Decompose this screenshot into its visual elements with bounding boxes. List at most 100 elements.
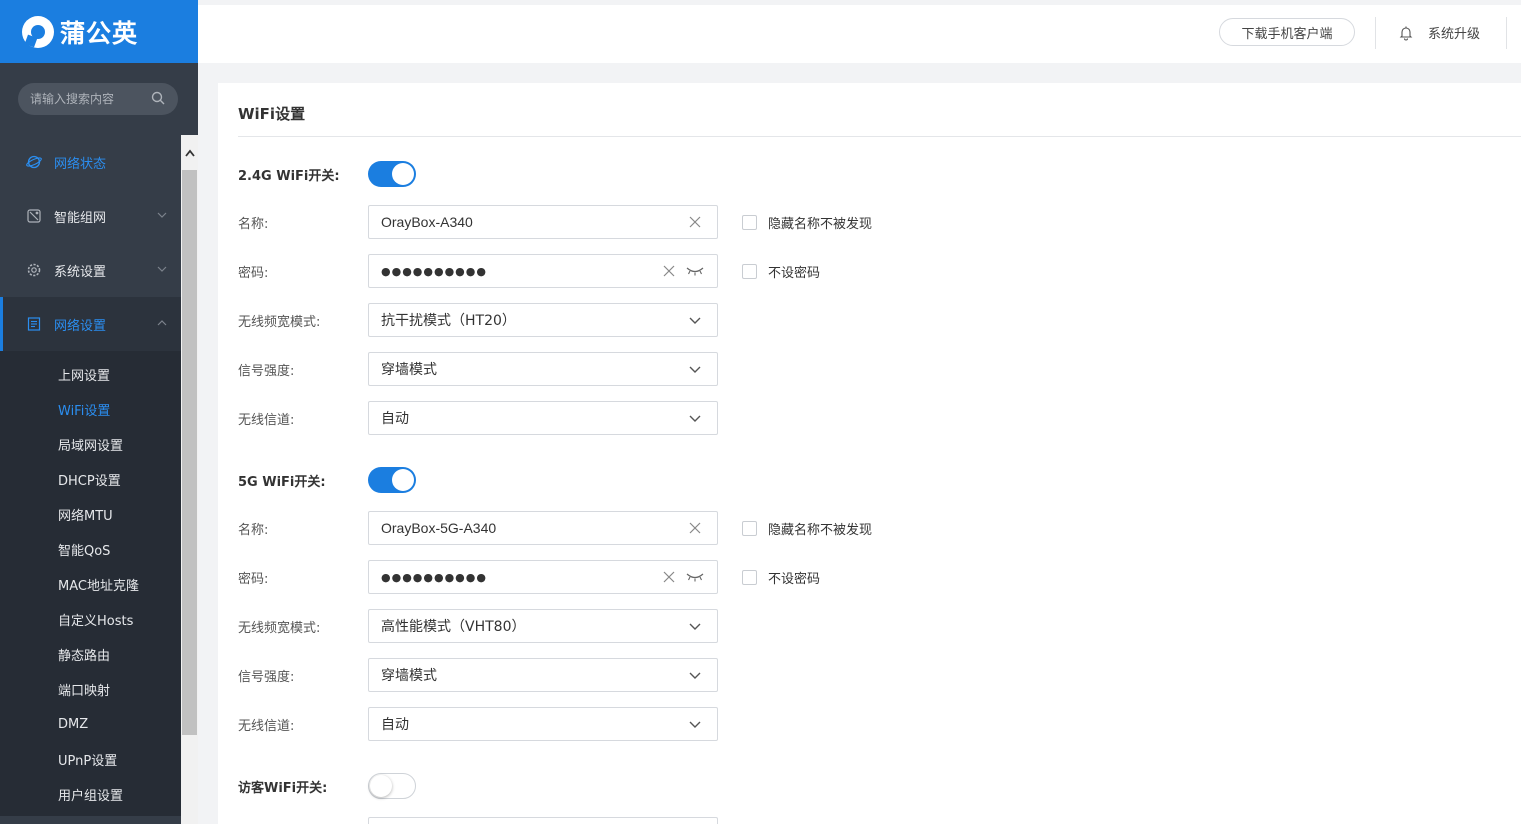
clear-icon[interactable] <box>663 265 675 277</box>
wifi24-channel-row: 无线信道: 自动 <box>238 401 718 435</box>
sidebar-item-label: 智能组网 <box>54 210 107 226</box>
submenu-item-mac-clone[interactable]: MAC地址克隆 <box>0 567 181 602</box>
wifi24-channel-select[interactable]: 自动 <box>368 401 718 435</box>
header-divider <box>1375 17 1376 49</box>
wifi-settings-card: WiFi设置 2.4G WiFi开关: 名称: 隐藏名称不被发现 密码: ●●●… <box>218 83 1521 824</box>
submenu-item-user-group[interactable]: 用户组设置 <box>0 777 181 812</box>
wifi24-bandwidth-row: 无线频宽模式: 抗干扰模式（HT20） <box>238 303 718 337</box>
wifi24-channel-value: 自动 <box>381 411 409 427</box>
planet-icon <box>26 155 42 169</box>
checkbox-box[interactable] <box>742 263 757 279</box>
search-icon[interactable] <box>151 91 165 105</box>
guest-toggle[interactable] <box>368 773 416 799</box>
sidebar-scrollbar[interactable] <box>181 135 198 824</box>
header: 下载手机客户端 系统升级 <box>198 5 1521 63</box>
wifi24-signal-select[interactable]: 穿墙模式 <box>368 352 718 386</box>
download-app-button[interactable]: 下载手机客户端 <box>1219 18 1355 46</box>
eye-closed-icon[interactable] <box>686 265 704 277</box>
submenu-item-upnp[interactable]: UPnP设置 <box>0 742 181 777</box>
sidebar-item-label: 网络设置 <box>54 318 107 334</box>
checkbox-box[interactable] <box>742 214 757 230</box>
logo-icon <box>22 15 54 48</box>
wifi5-bandwidth-label: 无线频宽模式: <box>238 620 321 636</box>
system-upgrade-button[interactable]: 系统升级 <box>1398 23 1480 42</box>
wifi24-signal-row: 信号强度: 穿墙模式 <box>238 352 718 386</box>
wifi5-password-input[interactable]: ●●●●●●●●●● <box>381 571 487 584</box>
submenu-item-hosts[interactable]: 自定义Hosts <box>0 602 181 637</box>
wifi5-bandwidth-select[interactable]: 高性能模式（VHT80） <box>368 609 718 643</box>
wifi5-channel-label: 无线信道: <box>238 718 295 734</box>
toggle-knob <box>392 163 414 185</box>
checkbox-box[interactable] <box>742 520 757 536</box>
submenu-item-static-route[interactable]: 静态路由 <box>0 637 181 672</box>
sidebar-item-label: 系统设置 <box>54 264 107 280</box>
toggle-knob <box>392 469 414 491</box>
search-input[interactable] <box>30 92 148 106</box>
wifi5-signal-value: 穿墙模式 <box>381 668 437 684</box>
page-title: WiFi设置 <box>238 105 306 123</box>
wifi24-hide-checkbox[interactable]: 隐藏名称不被发现 <box>742 213 872 232</box>
wifi24-hide-label: 隐藏名称不被发现 <box>768 216 873 232</box>
chevron-down-icon <box>689 317 701 324</box>
document-icon <box>27 317 41 331</box>
chevron-up-icon <box>157 320 167 326</box>
wifi5-switch-row: 5G WiFi开关: <box>238 463 416 497</box>
submenu-item-dhcp[interactable]: DHCP设置 <box>0 462 181 497</box>
wifi24-password-input[interactable]: ●●●●●●●●●● <box>381 265 487 278</box>
wifi5-bandwidth-value: 高性能模式（VHT80） <box>381 619 526 635</box>
gear-icon <box>27 263 41 277</box>
wifi5-name-row: 名称: 隐藏名称不被发现 <box>238 511 872 545</box>
wifi24-name-input[interactable] <box>381 214 661 230</box>
wifi24-nopassword-checkbox[interactable]: 不设密码 <box>742 262 820 281</box>
wifi24-channel-label: 无线信道: <box>238 412 295 428</box>
wifi24-nopassword-label: 不设密码 <box>768 265 821 281</box>
guest-name-field[interactable] <box>368 817 718 824</box>
wifi5-name-input[interactable] <box>381 520 661 536</box>
guest-switch-label: 访客WiFi开关: <box>238 780 328 796</box>
wifi24-password-label: 密码: <box>238 265 269 281</box>
title-divider <box>238 136 1521 137</box>
chevron-down-icon <box>689 721 701 728</box>
submenu-item-port-forward[interactable]: 端口映射 <box>0 672 181 707</box>
sidebar-menu: 网络状态 智能组网 系统设置 网络设置 上网设置 WiFi设置 局域网设置 DH… <box>0 135 181 816</box>
submenu-item-dmz[interactable]: DMZ <box>0 707 181 742</box>
wifi5-toggle[interactable] <box>368 467 416 493</box>
clear-icon[interactable] <box>663 571 675 583</box>
wifi5-hide-checkbox[interactable]: 隐藏名称不被发现 <box>742 519 872 538</box>
submenu-item-mtu[interactable]: 网络MTU <box>0 497 181 532</box>
wifi5-name-label: 名称: <box>238 522 269 538</box>
sidebar: 蒲公英 网络状态 智能组网 系统设置 网络设置 上网设置 WiFi设置 局域网设 <box>0 0 198 824</box>
wifi5-channel-select[interactable]: 自动 <box>368 707 718 741</box>
sidebar-item-system-settings[interactable]: 系统设置 <box>0 243 181 297</box>
scroll-up-button[interactable] <box>181 135 198 170</box>
wifi24-bandwidth-label: 无线频宽模式: <box>238 314 321 330</box>
wifi24-bandwidth-select[interactable]: 抗干扰模式（HT20） <box>368 303 718 337</box>
wifi5-signal-select[interactable]: 穿墙模式 <box>368 658 718 692</box>
chevron-down-icon <box>689 415 701 422</box>
chevron-down-icon <box>157 212 167 218</box>
wifi5-bandwidth-row: 无线频宽模式: 高性能模式（VHT80） <box>238 609 718 643</box>
sidebar-item-label: 网络状态 <box>54 156 107 172</box>
wifi24-switch-label: 2.4G WiFi开关: <box>238 168 340 184</box>
clear-icon[interactable] <box>689 522 701 534</box>
wifi24-name-label: 名称: <box>238 216 269 232</box>
wifi5-switch-label: 5G WiFi开关: <box>238 474 326 490</box>
wifi24-bandwidth-value: 抗干扰模式（HT20） <box>381 313 516 329</box>
clear-icon[interactable] <box>689 216 701 228</box>
submenu-item-wifi[interactable]: WiFi设置 <box>0 392 181 427</box>
upgrade-label: 系统升级 <box>1428 27 1481 42</box>
eye-closed-icon[interactable] <box>686 571 704 583</box>
sidebar-item-smart-network[interactable]: 智能组网 <box>0 189 181 243</box>
submenu-item-lan[interactable]: 局域网设置 <box>0 427 181 462</box>
wifi24-toggle[interactable] <box>368 161 416 187</box>
scroll-thumb[interactable] <box>182 170 197 735</box>
logo[interactable]: 蒲公英 <box>0 0 198 63</box>
sidebar-item-network-settings[interactable]: 网络设置 <box>0 297 181 351</box>
submenu-item-internet[interactable]: 上网设置 <box>0 357 181 392</box>
checkbox-box[interactable] <box>742 569 757 585</box>
wifi5-nopassword-checkbox[interactable]: 不设密码 <box>742 568 820 587</box>
sidebar-item-network-status[interactable]: 网络状态 <box>0 135 181 189</box>
wifi24-password-field: ●●●●●●●●●● <box>368 254 718 288</box>
wifi5-password-field: ●●●●●●●●●● <box>368 560 718 594</box>
submenu-item-qos[interactable]: 智能QoS <box>0 532 181 567</box>
